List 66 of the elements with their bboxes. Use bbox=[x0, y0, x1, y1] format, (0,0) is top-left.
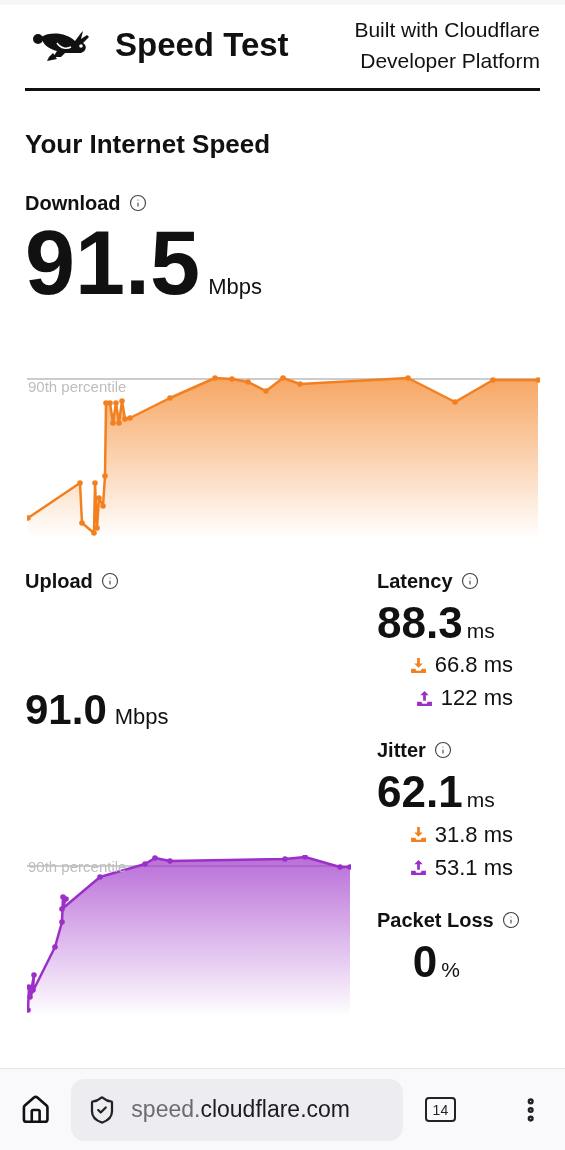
url-field[interactable]: speed.cloudflare.com bbox=[71, 1078, 404, 1141]
data-point bbox=[490, 376, 496, 383]
data-point bbox=[27, 1006, 31, 1013]
metric-label: Latency bbox=[377, 568, 453, 594]
tagline-line: Developer Platform bbox=[360, 48, 540, 74]
metric-label: Jitter bbox=[377, 738, 426, 763]
data-point bbox=[152, 854, 158, 861]
data-point bbox=[142, 860, 148, 867]
metric-unit: ms bbox=[466, 787, 495, 813]
breakdown-value: 53.1 ms bbox=[434, 853, 513, 882]
data-point bbox=[79, 519, 85, 526]
download-value: 91.5 bbox=[25, 216, 201, 311]
data-point bbox=[167, 394, 173, 401]
data-point bbox=[229, 375, 235, 382]
upload-unit: Mbps bbox=[114, 702, 169, 731]
data-point bbox=[452, 398, 458, 405]
percentile-label: 90th percentile bbox=[28, 858, 127, 874]
data-point bbox=[97, 873, 103, 880]
breakdown-value: 31.8 ms bbox=[434, 820, 513, 849]
data-point bbox=[245, 378, 251, 385]
section-heading: Your Internet Speed bbox=[25, 128, 272, 161]
breakdown-value: 122 ms bbox=[440, 684, 513, 712]
metric-label: Upload bbox=[25, 568, 93, 594]
info-icon[interactable] bbox=[128, 194, 147, 212]
data-point bbox=[59, 918, 65, 925]
metric-label: Download bbox=[25, 191, 121, 216]
data-point bbox=[59, 905, 65, 912]
app-title: Speed Test bbox=[115, 25, 289, 66]
upload-icon bbox=[415, 689, 433, 707]
data-point bbox=[263, 387, 269, 394]
tagline-line: Built with Cloudflare bbox=[354, 17, 540, 43]
metric-unit: ms bbox=[466, 617, 495, 644]
metric-value: 62.1 bbox=[377, 769, 463, 816]
data-point bbox=[535, 376, 540, 383]
download-icon bbox=[409, 826, 427, 843]
download-icon bbox=[409, 656, 427, 674]
metric-value: 88.3 bbox=[377, 599, 463, 646]
upload-value: 91.0 bbox=[25, 687, 107, 732]
data-point bbox=[282, 855, 288, 862]
info-icon[interactable] bbox=[433, 741, 452, 759]
info-icon[interactable] bbox=[100, 571, 119, 590]
data-point bbox=[52, 943, 58, 950]
info-icon[interactable] bbox=[501, 910, 520, 929]
data-point bbox=[92, 479, 98, 486]
data-point bbox=[347, 863, 351, 870]
data-point bbox=[31, 971, 37, 978]
info-icon[interactable] bbox=[460, 571, 479, 590]
upload-icon bbox=[409, 859, 427, 876]
metric-label: Packet Loss bbox=[377, 907, 494, 933]
download-unit: Mbps bbox=[208, 273, 262, 301]
data-point bbox=[280, 374, 286, 381]
breakdown-value: 66.8 ms bbox=[434, 651, 513, 679]
metric-value: 0 bbox=[412, 938, 438, 985]
percentile-label: 90th percentile bbox=[28, 378, 127, 394]
home-icon[interactable] bbox=[20, 1093, 52, 1126]
data-point bbox=[337, 863, 343, 870]
data-point bbox=[167, 857, 173, 864]
data-point bbox=[297, 380, 303, 387]
data-point bbox=[102, 472, 108, 479]
data-point bbox=[302, 854, 308, 860]
data-point bbox=[27, 514, 31, 521]
metric-unit: % bbox=[441, 956, 460, 983]
data-point bbox=[405, 374, 411, 381]
tab-count-button[interactable]: 14 bbox=[425, 1097, 456, 1122]
data-point bbox=[77, 479, 83, 486]
data-point bbox=[212, 374, 218, 381]
